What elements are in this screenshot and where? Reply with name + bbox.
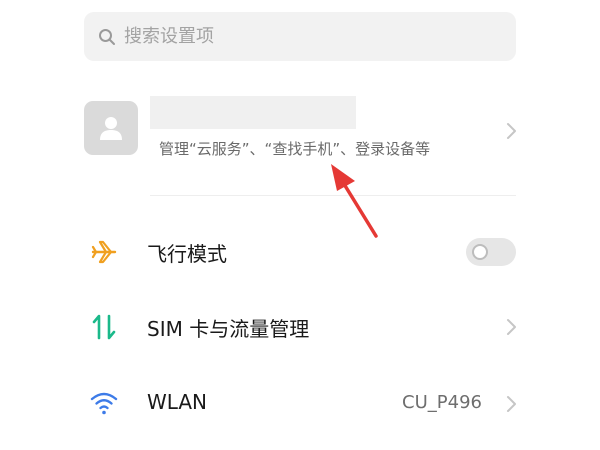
setting-row-airplane-mode[interactable]: 飞行模式 (0, 222, 600, 282)
toggle-knob (472, 244, 488, 260)
airplane-mode-toggle[interactable] (466, 238, 516, 266)
avatar[interactable] (84, 101, 138, 155)
search-input[interactable] (124, 26, 504, 47)
setting-label: WLAN (147, 390, 208, 414)
account-name (150, 96, 356, 129)
chevron-right-icon (506, 318, 518, 336)
settings-screen: 管理“云服务”、“查找手机”、登录设备等 飞行模式 (0, 0, 600, 450)
setting-row-sim[interactable]: SIM 卡与流量管理 (0, 297, 600, 357)
chevron-right-icon (506, 122, 518, 140)
person-icon (97, 114, 125, 142)
setting-label: 飞行模式 (147, 242, 227, 266)
search-bar[interactable] (84, 12, 516, 61)
divider (150, 195, 516, 196)
setting-label: SIM 卡与流量管理 (147, 317, 310, 341)
airplane-icon (88, 236, 120, 268)
account-row[interactable]: 管理“云服务”、“查找手机”、登录设备等 (0, 92, 600, 192)
chevron-right-icon (506, 395, 518, 413)
search-icon (98, 28, 116, 46)
setting-row-wlan[interactable]: WLAN CU_P496 (0, 372, 600, 432)
account-subtitle: 管理“云服务”、“查找手机”、登录设备等 (159, 140, 431, 158)
sim-data-arrows-icon (88, 311, 120, 343)
wifi-icon (88, 387, 120, 419)
wlan-network-name: CU_P496 (402, 392, 482, 413)
